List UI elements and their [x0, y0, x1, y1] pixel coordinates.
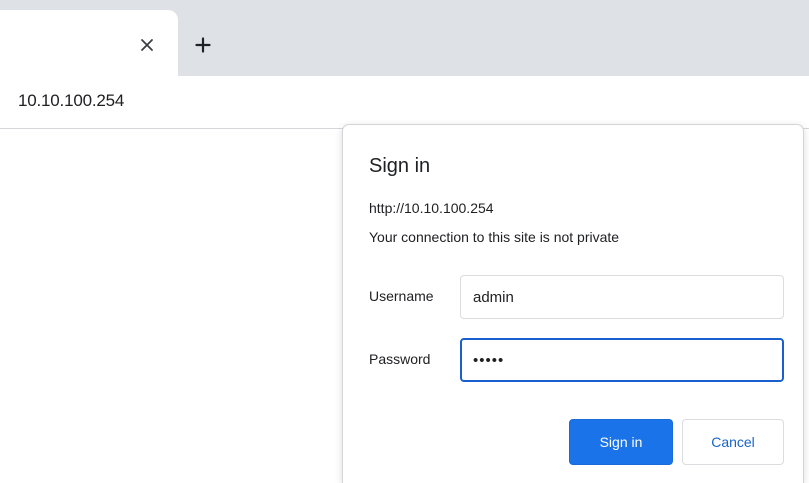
- username-input[interactable]: [460, 275, 784, 319]
- connection-warning: Your connection to this site is not priv…: [369, 229, 620, 245]
- browser-toolbar: 10.10.100.254: [0, 76, 809, 129]
- close-icon[interactable]: [140, 38, 154, 52]
- dialog-site-url: http://10.10.100.254: [369, 200, 494, 216]
- password-input[interactable]: [460, 338, 784, 382]
- tab-strip: [0, 0, 809, 76]
- new-tab-button[interactable]: [190, 32, 216, 58]
- dialog-title: Sign in: [369, 155, 431, 177]
- browser-window: 10.10.100.254 Sign in http://10.10.100.2…: [0, 0, 809, 483]
- username-label: Username: [369, 288, 434, 304]
- sign-in-button[interactable]: Sign in: [569, 419, 673, 465]
- cancel-button[interactable]: Cancel: [682, 419, 784, 465]
- password-label: Password: [369, 351, 431, 367]
- plus-icon[interactable]: [195, 37, 211, 53]
- active-tab[interactable]: [0, 10, 178, 76]
- tab-close-button[interactable]: [134, 32, 160, 58]
- sign-in-dialog: Sign in http://10.10.100.254 Your connec…: [342, 124, 804, 483]
- address-bar[interactable]: 10.10.100.254: [18, 91, 124, 111]
